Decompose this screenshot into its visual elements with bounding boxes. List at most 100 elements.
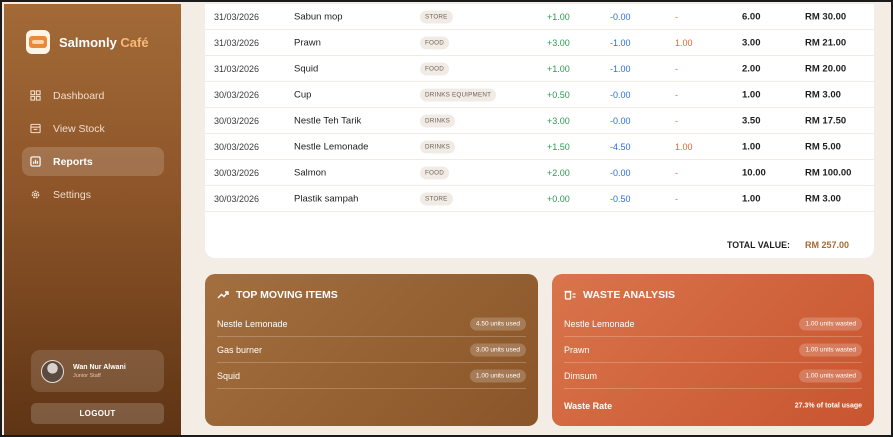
row-stock-out: -1.00 — [610, 63, 631, 74]
table-row[interactable]: 30/03/2026 Cup DRINKS EQUIPMENT +0.50 -0… — [205, 82, 874, 108]
row-balance: 1.00 — [742, 141, 761, 152]
item-name: Nestle Lemonade — [564, 318, 635, 329]
reports-icon — [30, 156, 41, 167]
sidebar-item-label: View Stock — [53, 122, 105, 135]
row-date: 31/03/2026 — [214, 37, 260, 48]
brand[interactable]: Salmonly Café — [26, 30, 149, 54]
row-value: RM 5.00 — [805, 141, 841, 152]
row-stock-in: +0.50 — [547, 89, 570, 100]
row-stock-in: +0.00 — [547, 193, 570, 204]
row-waste: 1.00 — [675, 37, 693, 48]
top-moving-items-panel: TOP MOVING ITEMS Nestle Lemonade 4.50 un… — [205, 274, 538, 426]
avatar — [41, 359, 64, 383]
user-profile-card[interactable]: Wan Nur Alwani Junior Staff — [31, 350, 164, 392]
table-row[interactable]: 30/03/2026 Nestle Lemonade DRINKS +1.50 … — [205, 134, 874, 160]
list-item[interactable]: Squid 1.00 units used — [217, 363, 526, 389]
sidebar-item-label: Reports — [53, 155, 93, 168]
sidebar-item-reports[interactable]: Reports — [22, 147, 164, 176]
row-waste: - — [675, 115, 678, 126]
row-stock-in: +1.00 — [547, 63, 570, 74]
row-stock-in: +2.00 — [547, 167, 570, 178]
sidebar-item-view-stock[interactable]: View Stock — [22, 114, 164, 143]
dashboard-icon — [30, 90, 41, 101]
row-balance: 1.00 — [742, 193, 761, 204]
sidebar-item-dashboard[interactable]: Dashboard — [22, 81, 164, 110]
total-value-label: TOTAL VALUE: — [727, 240, 790, 250]
row-balance: 6.00 — [742, 11, 761, 22]
row-balance: 2.00 — [742, 63, 761, 74]
brand-name: Salmonly Café — [59, 34, 149, 50]
sidebar-item-label: Dashboard — [53, 89, 105, 102]
stock-icon — [30, 123, 41, 134]
row-value: RM 21.00 — [805, 37, 847, 48]
logout-button[interactable]: LOGOUT — [31, 403, 164, 424]
table-row[interactable]: 30/03/2026 Salmon FOOD +2.00 -0.00 - 10.… — [205, 160, 874, 186]
table-row[interactable]: 30/03/2026 Plastik sampah STORE +0.00 -0… — [205, 186, 874, 212]
row-value: RM 30.00 — [805, 11, 847, 22]
row-category-badge: DRINKS — [420, 140, 455, 153]
row-item: Salmon — [294, 167, 327, 178]
row-waste: - — [675, 63, 678, 74]
row-value: RM 3.00 — [805, 193, 841, 204]
usage-badge: 3.00 units used — [469, 343, 526, 356]
item-name: Nestle Lemonade — [217, 318, 288, 329]
row-category-badge: FOOD — [420, 62, 449, 75]
cafe-logo-icon — [26, 30, 50, 54]
row-stock-out: -4.50 — [610, 141, 631, 152]
usage-badge: 4.50 units used — [469, 317, 526, 330]
sidebar-item-label: Settings — [53, 188, 91, 201]
app-window: Salmonly Café Dashboard View Stock Repor… — [0, 0, 893, 437]
list-item[interactable]: Dimsum 1.00 units wasted — [564, 363, 862, 389]
row-waste: 1.00 — [675, 141, 693, 152]
row-waste: - — [675, 11, 678, 22]
row-value: RM 100.00 — [805, 167, 852, 178]
row-date: 30/03/2026 — [214, 167, 260, 178]
row-date: 30/03/2026 — [214, 115, 260, 126]
row-balance: 1.00 — [742, 89, 761, 100]
row-value: RM 20.00 — [805, 63, 847, 74]
waste-rate-value: 27.3% of total usage — [794, 402, 862, 410]
row-item: Sabun mop — [294, 11, 343, 22]
row-category-badge: DRINKS EQUIPMENT — [420, 88, 497, 101]
waste-badge: 1.00 units wasted — [799, 343, 862, 356]
item-name: Squid — [217, 370, 241, 381]
row-item: Nestle Teh Tarik — [294, 115, 362, 126]
row-date: 30/03/2026 — [214, 141, 260, 152]
row-category-badge: FOOD — [420, 36, 449, 49]
item-name: Gas burner — [217, 344, 263, 355]
waste-rate-row: Waste Rate 27.3% of total usage — [564, 393, 862, 419]
item-name: Prawn — [564, 344, 590, 355]
list-item[interactable]: Gas burner 3.00 units used — [217, 337, 526, 363]
row-stock-in: +1.00 — [547, 11, 570, 22]
row-item: Squid — [294, 63, 319, 74]
row-category-badge: STORE — [420, 192, 453, 205]
sidebar: Salmonly Café Dashboard View Stock Repor… — [4, 4, 181, 435]
usage-badge: 1.00 units used — [469, 369, 526, 382]
row-waste: - — [675, 89, 678, 100]
user-name: Wan Nur Alwani — [73, 363, 126, 371]
list-item[interactable]: Nestle Lemonade 1.00 units wasted — [564, 311, 862, 337]
row-stock-in: +3.00 — [547, 37, 570, 48]
row-date: 31/03/2026 — [214, 11, 260, 22]
trash-icon — [564, 290, 576, 300]
settings-icon — [30, 189, 41, 200]
row-balance: 3.50 — [742, 115, 761, 126]
item-name: Dimsum — [564, 370, 597, 381]
row-stock-out: -0.00 — [610, 11, 631, 22]
row-value: RM 3.00 — [805, 89, 841, 100]
list-item[interactable]: Prawn 1.00 units wasted — [564, 337, 862, 363]
row-stock-in: +1.50 — [547, 141, 570, 152]
row-stock-out: -0.50 — [610, 193, 631, 204]
waste-badge: 1.00 units wasted — [799, 369, 862, 382]
table-row[interactable]: 31/03/2026 Sabun mop STORE +1.00 -0.00 -… — [205, 4, 874, 30]
table-row[interactable]: 31/03/2026 Squid FOOD +1.00 -1.00 - 2.00… — [205, 56, 874, 82]
row-stock-out: -0.00 — [610, 167, 631, 178]
row-balance: 10.00 — [742, 167, 766, 178]
list-item[interactable]: Nestle Lemonade 4.50 units used — [217, 311, 526, 337]
table-row[interactable]: 31/03/2026 Prawn FOOD +3.00 -1.00 1.00 3… — [205, 30, 874, 56]
stock-report-table: 31/03/2026 Sabun mop STORE +1.00 -0.00 -… — [205, 4, 874, 258]
row-date: 31/03/2026 — [214, 63, 260, 74]
sidebar-item-settings[interactable]: Settings — [22, 180, 164, 209]
table-row[interactable]: 30/03/2026 Nestle Teh Tarik DRINKS +3.00… — [205, 108, 874, 134]
row-stock-out: -0.00 — [610, 89, 631, 100]
